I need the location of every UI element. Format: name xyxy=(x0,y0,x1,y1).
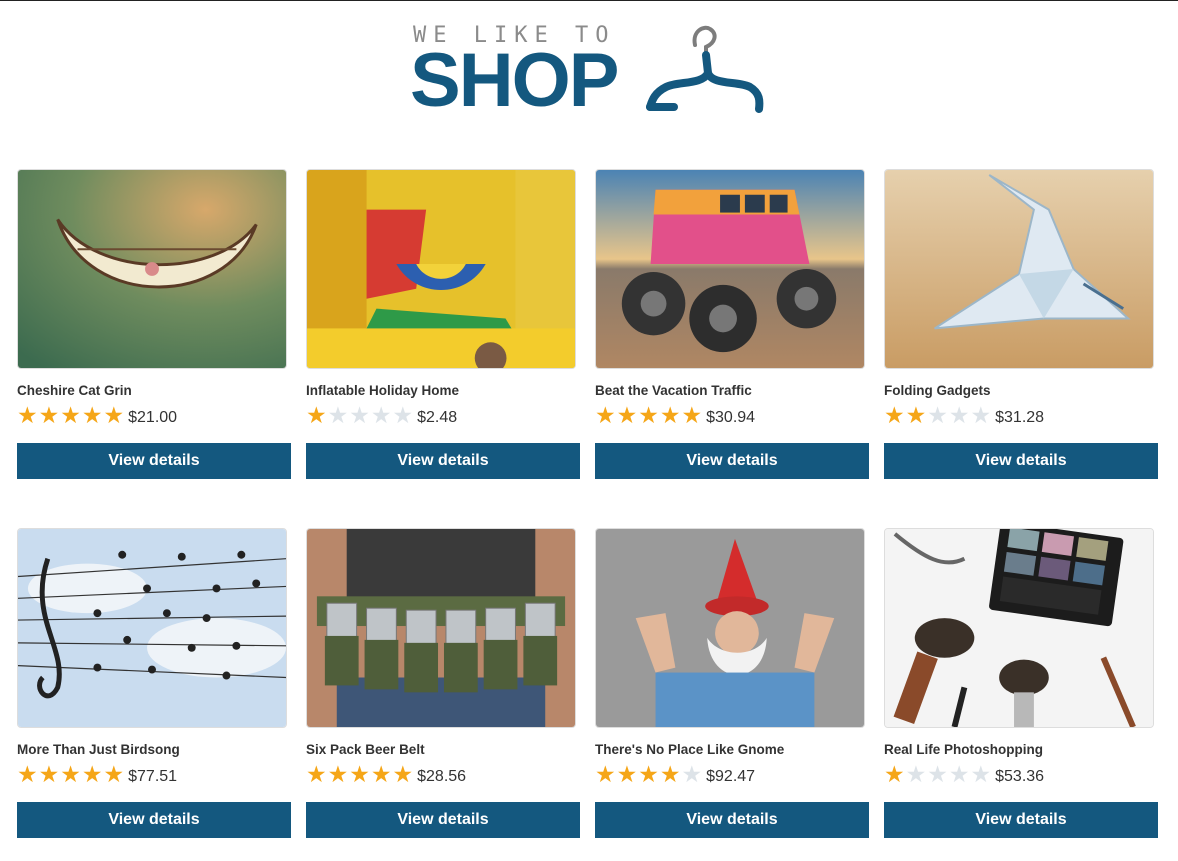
product-name[interactable]: Folding Gadgets xyxy=(884,383,1158,401)
star-rating: ★ ★ ★ ★ ★ xyxy=(595,761,703,788)
product-image[interactable] xyxy=(17,528,287,728)
star-filled-icon: ★ xyxy=(659,402,681,429)
star-empty-icon: ★ xyxy=(927,761,948,788)
star-filled-icon: ★ xyxy=(884,761,905,788)
product-name[interactable]: Cheshire Cat Grin xyxy=(17,383,291,401)
product-price: $30.94 xyxy=(706,409,756,426)
star-filled-icon: ★ xyxy=(884,402,905,429)
view-details-button[interactable]: View details xyxy=(884,443,1158,479)
product-image[interactable] xyxy=(306,169,576,369)
star-filled-icon: ★ xyxy=(638,402,659,429)
star-filled-icon: ★ xyxy=(370,761,392,788)
site-logo[interactable]: WE LIKE TO SHOP xyxy=(410,21,770,121)
star-rating: ★ ★ ★ ★ ★ xyxy=(306,402,414,429)
star-rating: ★ ★ ★ ★ ★ xyxy=(17,402,125,429)
view-details-button[interactable]: View details xyxy=(17,802,291,838)
star-rating: ★ ★ ★ ★ ★ xyxy=(17,761,125,788)
star-rating: ★ ★ ★ ★ ★ xyxy=(884,402,992,429)
star-empty-icon: ★ xyxy=(970,761,992,788)
star-filled-icon: ★ xyxy=(81,761,103,788)
product-card: Inflatable Holiday Home ★ ★ ★ ★ ★ $2.48 View… xyxy=(306,169,580,479)
star-empty-icon: ★ xyxy=(392,402,414,429)
view-details-button[interactable]: View details xyxy=(17,443,291,479)
view-details-button[interactable]: View details xyxy=(306,802,580,838)
star-empty-icon: ★ xyxy=(681,761,703,788)
view-details-button[interactable]: View details xyxy=(595,802,869,838)
star-filled-icon: ★ xyxy=(60,761,81,788)
product-image[interactable] xyxy=(884,528,1154,728)
product-card: More Than Just Birdsong ★ ★ ★ ★ ★ $77.51 Vie… xyxy=(17,528,291,838)
star-filled-icon: ★ xyxy=(905,402,927,429)
star-filled-icon: ★ xyxy=(38,402,60,429)
star-rating: ★ ★ ★ ★ ★ xyxy=(595,402,703,429)
star-empty-icon: ★ xyxy=(327,402,349,429)
product-price: $77.51 xyxy=(128,768,178,785)
view-details-button[interactable]: View details xyxy=(306,443,580,479)
product-name[interactable]: Inflatable Holiday Home xyxy=(306,383,580,401)
star-filled-icon: ★ xyxy=(595,402,616,429)
star-empty-icon: ★ xyxy=(948,761,970,788)
star-filled-icon: ★ xyxy=(349,761,370,788)
star-rating: ★ ★ ★ ★ ★ xyxy=(306,761,414,788)
star-filled-icon: ★ xyxy=(327,761,349,788)
star-empty-icon: ★ xyxy=(370,402,392,429)
product-image[interactable] xyxy=(595,169,865,369)
star-empty-icon: ★ xyxy=(927,402,948,429)
product-image[interactable] xyxy=(17,169,287,369)
star-filled-icon: ★ xyxy=(103,761,125,788)
product-image[interactable] xyxy=(884,169,1154,369)
star-filled-icon: ★ xyxy=(659,761,681,788)
product-price: $21.00 xyxy=(128,409,178,426)
product-card: Six Pack Beer Belt ★ ★ ★ ★ ★ $28.56 View det… xyxy=(306,528,580,838)
product-name[interactable]: There's No Place Like Gnome xyxy=(595,742,869,760)
product-price: $2.48 xyxy=(417,409,458,426)
star-filled-icon: ★ xyxy=(103,402,125,429)
product-name[interactable]: Six Pack Beer Belt xyxy=(306,742,580,760)
star-filled-icon: ★ xyxy=(17,761,38,788)
star-filled-icon: ★ xyxy=(17,402,38,429)
product-card: There's No Place Like Gnome ★ ★ ★ ★ ★ $92.47… xyxy=(595,528,869,838)
product-image[interactable] xyxy=(595,528,865,728)
star-filled-icon: ★ xyxy=(81,402,103,429)
star-filled-icon: ★ xyxy=(616,761,638,788)
product-name[interactable]: Real Life Photoshopping xyxy=(884,742,1158,760)
product-card: Folding Gadgets ★ ★ ★ ★ ★ $31.28 View detail… xyxy=(884,169,1158,479)
star-empty-icon: ★ xyxy=(905,761,927,788)
star-filled-icon: ★ xyxy=(638,761,659,788)
product-card: Cheshire Cat Grin ★ ★ ★ ★ ★ $21.00 View deta… xyxy=(17,169,291,479)
product-price: $92.47 xyxy=(706,768,756,785)
star-rating: ★ ★ ★ ★ ★ xyxy=(884,761,992,788)
star-filled-icon: ★ xyxy=(60,402,81,429)
product-price: $28.56 xyxy=(417,768,467,785)
product-name[interactable]: More Than Just Birdsong xyxy=(17,742,291,760)
star-filled-icon: ★ xyxy=(616,402,638,429)
hanger-icon xyxy=(646,25,764,113)
logo-wordmark: SHOP xyxy=(410,38,619,123)
product-card: Beat the Vacation Traffic ★ ★ ★ ★ ★ $30.94 V… xyxy=(595,169,869,479)
star-empty-icon: ★ xyxy=(349,402,370,429)
product-name[interactable]: Beat the Vacation Traffic xyxy=(595,383,869,401)
star-filled-icon: ★ xyxy=(392,761,414,788)
star-empty-icon: ★ xyxy=(970,402,992,429)
view-details-button[interactable]: View details xyxy=(595,443,869,479)
star-filled-icon: ★ xyxy=(306,761,327,788)
star-empty-icon: ★ xyxy=(948,402,970,429)
product-card: Real Life Photoshopping ★ ★ ★ ★ ★ $53.36 Vie… xyxy=(884,528,1158,838)
star-filled-icon: ★ xyxy=(595,761,616,788)
product-price: $31.28 xyxy=(995,409,1045,426)
view-details-button[interactable]: View details xyxy=(884,802,1158,838)
product-image[interactable] xyxy=(306,528,576,728)
product-price: $53.36 xyxy=(995,768,1045,785)
star-filled-icon: ★ xyxy=(38,761,60,788)
star-filled-icon: ★ xyxy=(681,402,703,429)
star-filled-icon: ★ xyxy=(306,402,327,429)
